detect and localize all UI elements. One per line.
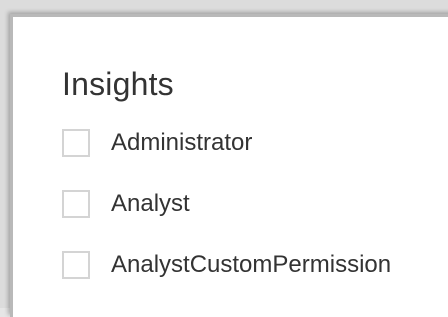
- option-administrator[interactable]: Administrator: [62, 126, 442, 160]
- option-label: AnalystCustomPermission: [111, 251, 392, 278]
- option-label: Analyst: [111, 190, 190, 217]
- permissions-panel: Insights Administrator Analyst AnalystCu…: [10, 14, 448, 317]
- option-label: Administrator: [111, 129, 253, 156]
- administrator-checkbox[interactable]: [62, 129, 90, 157]
- option-analyst[interactable]: Analyst: [62, 187, 442, 221]
- window-frame: Insights Administrator Analyst AnalystCu…: [0, 0, 448, 317]
- analyst-checkbox[interactable]: [62, 190, 90, 218]
- analyst-custom-permission-checkbox[interactable]: [62, 251, 90, 279]
- section-title: Insights: [62, 66, 174, 102]
- option-analyst-custom-permission[interactable]: AnalystCustomPermission: [62, 248, 442, 282]
